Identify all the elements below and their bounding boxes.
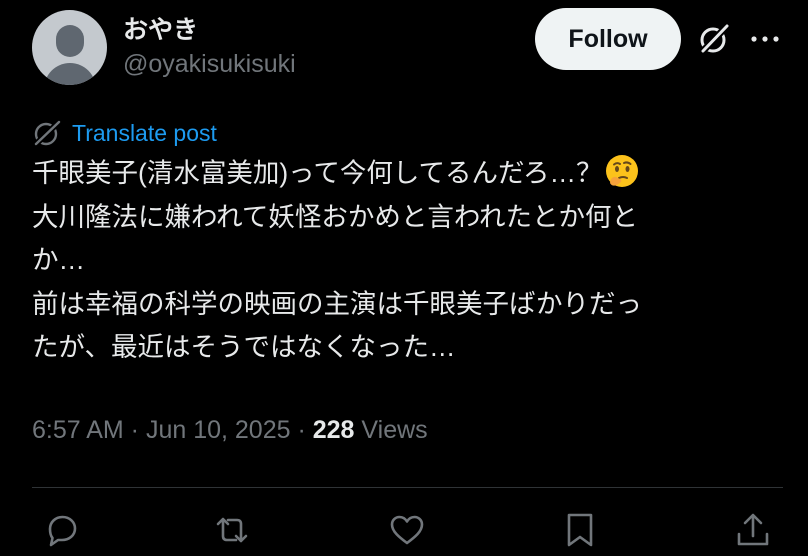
translate-row[interactable]: Translate post [32, 116, 217, 150]
tweet-text: 千眼美子(清水富美加)って今何してるんだろ…？ 大川隆法に嫌われて妖怪おかめと言… [32, 152, 792, 370]
views-label: Views [361, 416, 428, 444]
like-button[interactable] [387, 510, 427, 550]
tweet-date[interactable]: Jun 10, 2025 [146, 416, 291, 444]
like-icon [390, 515, 424, 545]
tweet-meta: 6:57 AM · Jun 10, 2025 · 228 Views [32, 416, 428, 445]
reply-icon [48, 515, 77, 547]
repost-icon [216, 517, 248, 543]
avatar-head-shape [56, 25, 84, 57]
share-icon [737, 513, 769, 546]
avatar[interactable] [32, 10, 107, 85]
author-display-name[interactable]: おやき [123, 10, 198, 46]
tweet-line: たが、最近はそうではなくなった… [32, 332, 456, 362]
avatar-shoulders-shape [44, 63, 96, 85]
tweet-line: 前は幸福の科学の映画の主演は千眼美子ばかりだっ [32, 288, 643, 319]
thinking-face-emoji [606, 155, 639, 187]
tweet-line: 大川隆法に嫌われて妖怪おかめと言われたとか何と [32, 201, 639, 232]
translate-globe-icon [32, 119, 62, 148]
follow-button[interactable]: Follow [535, 8, 681, 70]
tweet-line: 千眼美子(清水富美加)って今何してるんだろ…？ [32, 152, 792, 196]
tweet-line-text: 千眼美子(清水富美加)って今何してるんだろ…？ [32, 158, 603, 188]
more-options-icon[interactable] [748, 24, 782, 54]
share-button[interactable] [733, 510, 773, 550]
meta-separator: · [123, 416, 146, 444]
author-handle[interactable]: @oyakisukisuki [123, 50, 296, 79]
reply-button[interactable] [42, 510, 82, 550]
repost-button[interactable] [212, 510, 252, 550]
bookmark-icon [567, 513, 593, 547]
tweet-time[interactable]: 6:57 AM [32, 416, 124, 444]
translate-post-link[interactable]: Translate post [72, 120, 217, 147]
tweet-line: か… [32, 245, 85, 275]
grok-icon[interactable] [697, 22, 731, 56]
divider [32, 487, 783, 488]
meta-separator: · [290, 416, 313, 444]
bookmark-button[interactable] [560, 510, 600, 550]
views-count: 228 [312, 416, 355, 444]
